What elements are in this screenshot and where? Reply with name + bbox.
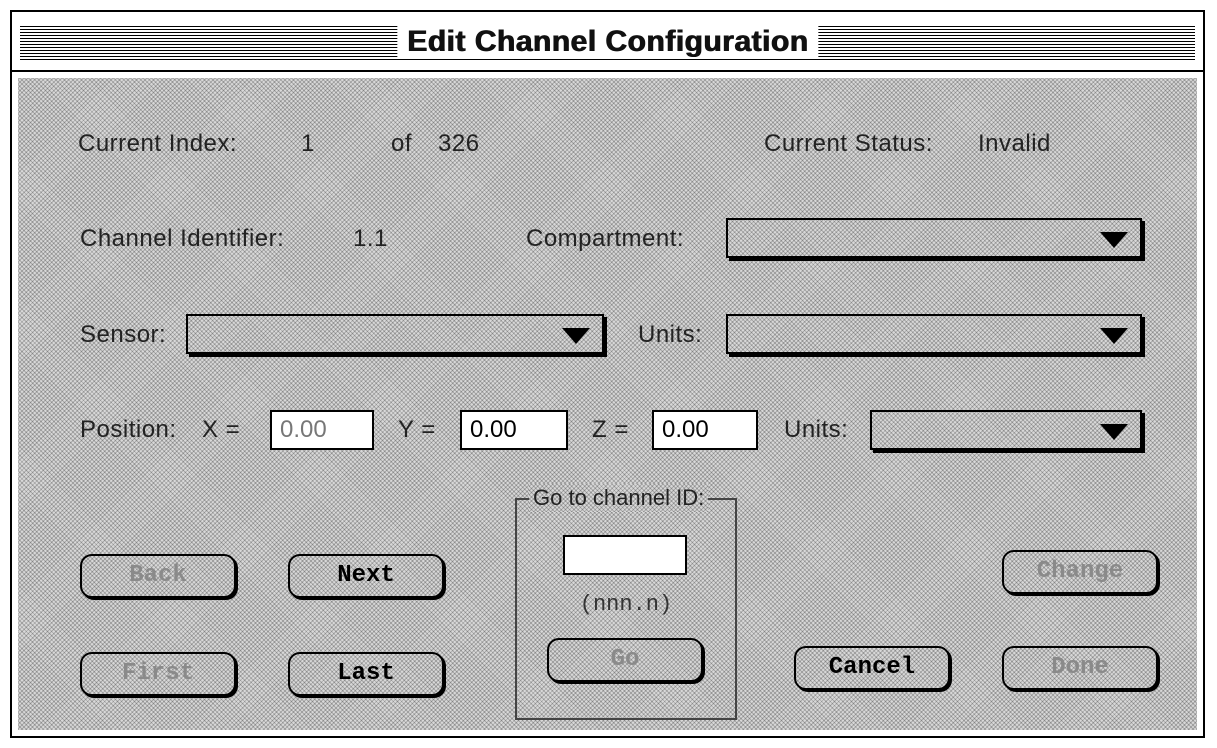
current-index-value: 1 — [301, 130, 315, 157]
window-title: Edit Channel Configuration — [396, 26, 819, 58]
chevron-down-icon — [1100, 232, 1128, 248]
compartment-label: Compartment: — [526, 225, 685, 252]
sensor-label: Sensor: — [80, 321, 167, 348]
position-z-field[interactable]: 0.00 — [652, 410, 758, 450]
current-index-label: Current Index: — [78, 130, 238, 157]
done-button[interactable]: Done — [1002, 646, 1158, 690]
current-status-label: Current Status: — [764, 130, 933, 157]
goto-channel-input[interactable] — [563, 535, 687, 575]
chevron-down-icon — [1100, 328, 1128, 344]
compartment-popup[interactable] — [726, 218, 1142, 258]
current-status-value: Invalid — [978, 130, 1051, 157]
position-label: Position: — [80, 416, 177, 443]
cancel-button[interactable]: Cancel — [794, 646, 950, 690]
goto-channel-format-hint: (nnn.n) — [579, 592, 673, 617]
position-y-field[interactable]: 0.00 — [460, 410, 568, 450]
position-x-field: 0.00 — [270, 410, 374, 450]
position-units-popup[interactable] — [870, 410, 1142, 450]
position-z-value: 0.00 — [662, 416, 709, 443]
go-button[interactable]: Go — [547, 638, 703, 682]
last-button[interactable]: Last — [288, 652, 444, 696]
index-of-label: of — [391, 130, 413, 157]
title-bar[interactable]: Edit Channel Configuration — [12, 12, 1203, 72]
change-button[interactable]: Change — [1002, 550, 1158, 594]
back-button[interactable]: Back — [80, 554, 236, 598]
position-x-label: X = — [202, 416, 241, 443]
sensor-units-popup[interactable] — [726, 314, 1142, 354]
channel-identifier-value: 1.1 — [353, 225, 388, 252]
channel-identifier-label: Channel Identifier: — [80, 225, 285, 252]
first-button[interactable]: First — [80, 652, 236, 696]
position-y-value: 0.00 — [470, 416, 517, 443]
sensor-units-label: Units: — [638, 321, 703, 348]
chevron-down-icon — [1100, 424, 1128, 440]
index-total: 326 — [438, 130, 480, 157]
position-y-label: Y = — [398, 416, 436, 443]
goto-channel-group: Go to channel ID: (nnn.n) Go — [515, 484, 737, 720]
dialog-body: Current Index: 1 of 326 Current Status: … — [18, 78, 1197, 730]
goto-channel-legend: Go to channel ID: — [529, 484, 708, 512]
next-button[interactable]: Next — [288, 554, 444, 598]
dialog-window: Edit Channel Configuration Current Index… — [10, 10, 1205, 738]
position-units-label: Units: — [784, 416, 849, 443]
chevron-down-icon — [562, 328, 590, 344]
position-x-value: 0.00 — [280, 416, 327, 443]
position-z-label: Z = — [592, 416, 629, 443]
sensor-popup[interactable] — [186, 314, 604, 354]
